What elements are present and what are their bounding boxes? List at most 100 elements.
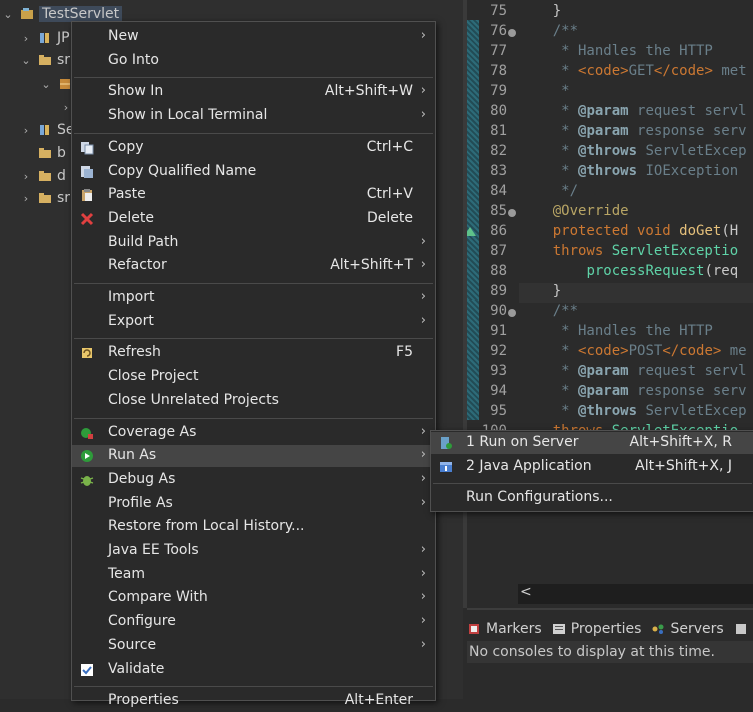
menu-item-compare-with[interactable]: Compare With› [72,587,435,609]
menu-item-copy-qualified-name[interactable]: Copy Qualified Name [72,161,435,183]
menu-item-export[interactable]: Export› [72,311,435,333]
menu-item-run-configurations[interactable]: Run Configurations... [431,487,753,509]
menu-item-validate[interactable]: Validate [72,659,435,681]
code-line[interactable]: throws ServletExceptio [519,243,738,259]
code-line[interactable]: */ [519,183,578,199]
code-line[interactable]: * @param response serv [519,123,747,139]
tree-item[interactable]: › Se [20,120,75,140]
tree-item[interactable]: b [20,143,66,163]
tab-markers[interactable]: Markers [467,621,542,637]
menu-item-label: Copy Qualified Name [108,163,256,179]
java-app-icon [439,460,453,474]
quick-diff-marker [467,300,479,420]
menu-item-delete[interactable]: DeleteDelete [72,208,435,230]
code-line[interactable]: /** [519,23,578,39]
code-line[interactable]: protected void doGet(H [519,223,738,239]
menu-item-team[interactable]: Team› [72,564,435,586]
code-line[interactable]: * @param request servl [519,103,747,119]
chevron-down-icon[interactable]: ⌄ [20,54,32,67]
menu-item-shortcut: Ctrl+C [367,139,413,155]
menu-item-label: Refactor [108,257,167,273]
fold-toggle-icon[interactable] [508,309,516,317]
override-marker-icon[interactable] [467,227,476,236]
code-line[interactable]: /** [519,303,578,319]
menu-item-refresh[interactable]: RefreshF5 [72,342,435,364]
chevron-right-icon: › [421,289,426,304]
menu-item-label: New [108,28,139,44]
tree-item-label: TestServlet [39,6,122,22]
menu-item-show-in[interactable]: Show InAlt+Shift+W› [72,81,435,103]
menu-item-debug-as[interactable]: Debug As› [72,469,435,491]
chevron-right-icon[interactable]: › [20,170,32,183]
code-line[interactable]: @Override [519,203,629,219]
menu-item-go-into[interactable]: Go Into [72,50,435,72]
menu-item-label: Close Project [108,368,199,384]
menu-item-show-in-local-terminal[interactable]: Show in Local Terminal › [72,105,435,127]
menu-item-source[interactable]: Source› [72,635,435,657]
fold-toggle-icon[interactable] [508,209,516,217]
tree-item-label: sr [57,190,70,206]
menu-item-run-as[interactable]: Run As› [72,445,435,467]
menu-item-shortcut: F5 [396,344,413,360]
menu-item-run-on-server[interactable]: 1 Run on ServerAlt+Shift+X, R [431,432,753,454]
quick-diff-ruler [467,0,479,608]
menu-item-copy[interactable]: CopyCtrl+C [72,137,435,159]
code-line[interactable]: * <code>GET</code> met [519,63,747,79]
menu-item-shortcut: Ctrl+V [367,186,413,202]
tree-item[interactable]: › sr [20,188,70,208]
code-line[interactable]: * @throws IOException [519,163,738,179]
menu-item-import[interactable]: Import› [72,287,435,309]
fold-toggle-icon[interactable] [508,29,516,37]
code-line[interactable]: * [519,83,570,99]
tab-servers[interactable]: Servers [651,621,723,637]
tab-more[interactable]: S [734,621,753,637]
menu-item-close-unrelated-projects[interactable]: Close Unrelated Projects [72,390,435,412]
properties-icon [552,622,566,636]
menu-item-refactor[interactable]: RefactorAlt+Shift+T› [72,255,435,277]
horizontal-scrollbar[interactable]: < [518,584,753,604]
tab-properties[interactable]: Properties [552,621,642,637]
servers-icon [651,622,665,636]
chevron-right-icon: › [421,613,426,628]
copy-qualified-icon [80,165,94,179]
code-line[interactable]: * @throws ServletExcep [519,143,747,159]
chevron-right-icon[interactable]: › [20,192,32,205]
chevron-down-icon[interactable]: ⌄ [40,78,52,91]
menu-item-shortcut: Alt+Shift+T [330,257,413,273]
code-line[interactable]: } [519,3,561,19]
code-line[interactable]: * @param request servl [519,363,747,379]
menu-item-label: Show in Local Terminal [108,107,267,123]
code-line[interactable]: * Handles the HTTP [519,43,713,59]
tree-item[interactable]: ⌄ sr [20,50,70,70]
chevron-right-icon: › [421,107,426,122]
code-editor[interactable]: 75 }76 /**77 * Handles the HTTP78 * <cod… [467,0,753,608]
menu-item-java-ee-tools[interactable]: Java EE Tools› [72,540,435,562]
menu-item-restore-from-local-history[interactable]: Restore from Local History... [72,516,435,538]
menu-item-close-project[interactable]: Close Project [72,366,435,388]
menu-item-properties[interactable]: PropertiesAlt+Enter [72,690,435,712]
menu-item-build-path[interactable]: Build Path› [72,232,435,254]
code-line[interactable]: * @param response serv [519,383,747,399]
menu-item-coverage-as[interactable]: Coverage As› [72,422,435,444]
console-message: No consoles to display at this time. [467,641,753,663]
chevron-right-icon[interactable]: › [20,32,32,45]
menu-item-profile-as[interactable]: Profile As› [72,493,435,515]
context-menu: New›Go IntoShow InAlt+Shift+W›Show in Lo… [71,21,436,701]
chevron-right-icon: › [421,566,426,581]
code-line[interactable]: processRequest(req [519,263,738,279]
code-line[interactable]: * <code>POST</code> me [519,343,747,359]
chevron-down-icon[interactable]: ⌄ [2,8,14,21]
menu-item-paste[interactable]: PasteCtrl+V [72,184,435,206]
tree-item[interactable]: › d [20,166,66,186]
menu-item-java-application[interactable]: 2 Java ApplicationAlt+Shift+X, J [431,456,753,478]
menu-item-new[interactable]: New› [72,26,435,48]
code-line[interactable]: } [519,283,561,299]
menu-item-configure[interactable]: Configure› [72,611,435,633]
code-line[interactable]: * @throws ServletExcep [519,403,747,419]
chevron-right-icon[interactable]: › [20,124,32,137]
scroll-left-icon[interactable]: < [520,584,532,600]
panel-tabs: Markers Properties Servers S [467,618,753,640]
tree-item[interactable]: › JP [20,28,70,48]
line-number: 75 [481,3,507,19]
code-line[interactable]: * Handles the HTTP [519,323,713,339]
